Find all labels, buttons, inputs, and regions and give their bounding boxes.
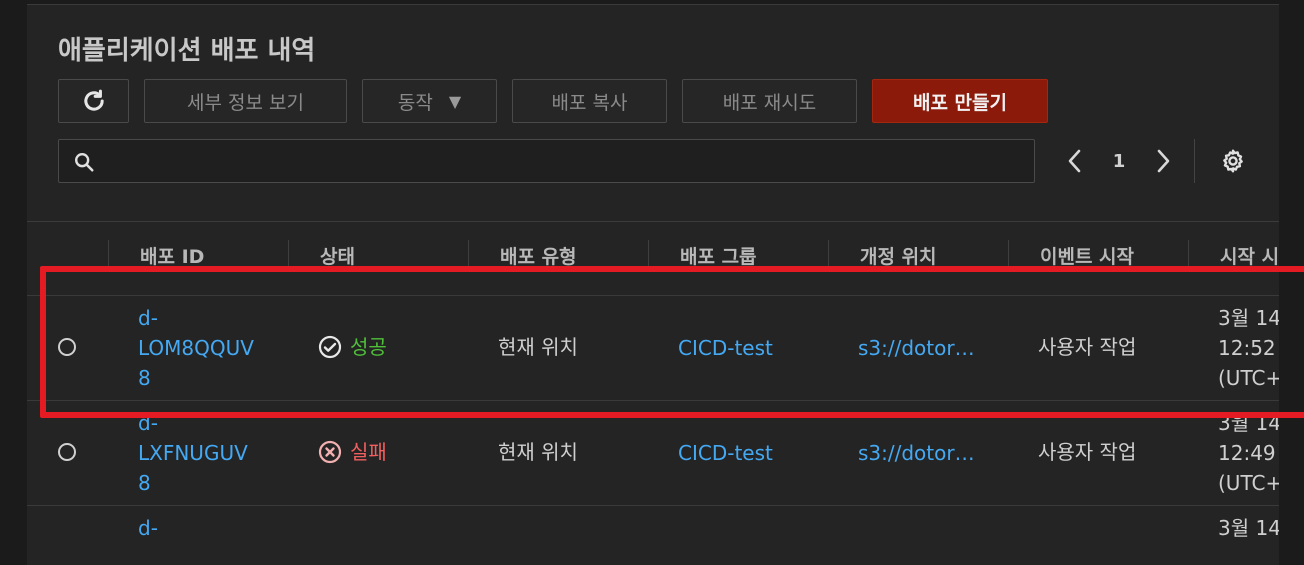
gear-icon	[1223, 149, 1243, 173]
deployment-type: 현재 위치	[498, 440, 578, 464]
col-header-deployment-group[interactable]: 배포 그룹	[680, 242, 757, 269]
copy-deployment-button[interactable]: 배포 복사	[512, 79, 667, 123]
deployment-id-line: 8	[138, 471, 151, 495]
start-time-line: 3월 14	[1218, 516, 1281, 540]
status-badge: 실패	[318, 437, 387, 467]
deployment-id-line: d-	[138, 516, 158, 540]
deployment-group-link[interactable]: CICD-test	[678, 438, 773, 468]
caret-down-icon: ▼	[448, 91, 462, 111]
prev-page-button[interactable]	[1060, 140, 1090, 182]
search-input[interactable]	[107, 146, 1011, 178]
start-time: 3월 14	[1218, 513, 1281, 543]
revision-location-link[interactable]: s3://dotor…	[858, 438, 975, 468]
status-text: 실패	[350, 440, 387, 464]
page-number[interactable]: 1	[1104, 140, 1134, 182]
refresh-button[interactable]	[58, 79, 129, 123]
deployment-id-line: LXFNUGUV	[138, 441, 248, 465]
actions-dropdown-button[interactable]: 동작 ▼	[362, 79, 497, 123]
col-header-start-time[interactable]: 시작 시	[1220, 242, 1279, 269]
chevron-left-icon	[1068, 149, 1081, 173]
page-title: 애플리케이션 배포 내역	[58, 36, 316, 66]
actions-label: 동작	[397, 91, 433, 114]
search-field[interactable]	[58, 139, 1035, 183]
col-header-deployment-type[interactable]: 배포 유형	[500, 242, 577, 269]
chevron-right-icon	[1157, 149, 1170, 173]
table-top-divider	[27, 221, 1279, 222]
refresh-icon	[83, 89, 104, 111]
deployment-id-link[interactable]: d-	[138, 513, 158, 543]
col-header-deployment-id[interactable]: 배포 ID	[140, 242, 204, 269]
row-divider	[27, 505, 1279, 506]
x-circle-icon	[318, 440, 342, 464]
col-header-status[interactable]: 상태	[320, 242, 355, 269]
event-start: 사용자 작업	[1038, 440, 1137, 464]
col-header-event-start[interactable]: 이벤트 시작	[1040, 242, 1134, 269]
col-header-revision-location[interactable]: 개정 위치	[860, 242, 937, 269]
retry-deployment-button[interactable]: 배포 재시도	[682, 79, 857, 123]
next-page-button[interactable]	[1148, 140, 1178, 182]
view-details-button[interactable]: 세부 정보 보기	[144, 79, 347, 123]
create-deployment-button[interactable]: 배포 만들기	[872, 79, 1048, 123]
search-icon	[75, 153, 94, 172]
pager-divider	[1194, 139, 1195, 183]
deployment-id-link[interactable]: d- LXFNUGUV 8	[138, 408, 248, 498]
preferences-button[interactable]	[1215, 140, 1251, 182]
highlight-box	[40, 266, 1304, 418]
row-select-radio[interactable]	[58, 443, 76, 461]
